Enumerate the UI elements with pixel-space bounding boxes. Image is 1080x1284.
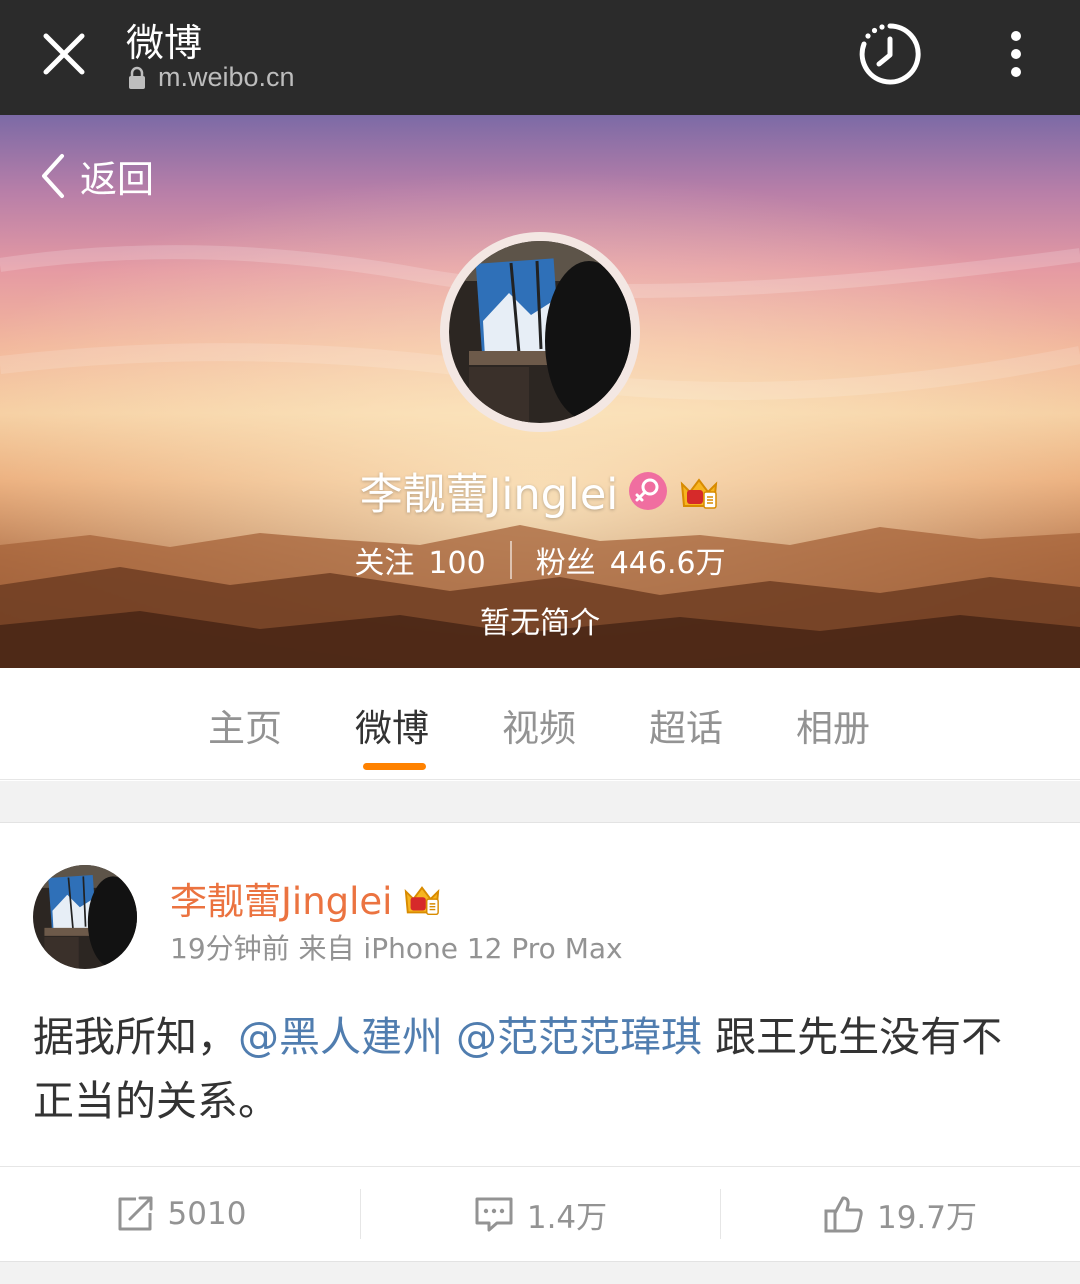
repost-count: 5010	[167, 1196, 247, 1232]
back-button[interactable]: 返回	[38, 149, 154, 203]
post-meta: 19分钟前 来自 iPhone 12 Pro Max	[170, 932, 623, 965]
profile-tabs: 主页 微博 视频 超话 相册	[0, 668, 1080, 780]
comment-button[interactable]: 1.4万	[360, 1167, 720, 1261]
browser-top-bar: 微博 m.weibo.cn	[0, 0, 1080, 115]
profile-name-row: 李靓蕾Jinglei	[0, 460, 1080, 522]
following-label: 关注	[354, 546, 415, 581]
profile-banner: 返回 李靓蕾Jinglei 关注 100 粉丝 446.6万 暂无简介	[0, 115, 1080, 668]
mention-link[interactable]: @黑人建州	[238, 1013, 443, 1061]
repost-icon	[118, 1196, 153, 1231]
followers-count: 446.6万	[609, 546, 726, 581]
tab-home[interactable]: 主页	[208, 698, 282, 752]
section-gap	[0, 781, 1080, 823]
profile-stats: 关注 100 粉丝 446.6万	[0, 538, 1080, 582]
profile-name: 李靓蕾Jinglei	[359, 470, 619, 520]
bottom-gap	[0, 1261, 1080, 1284]
following-count: 100	[428, 546, 486, 581]
like-button[interactable]: 19.7万	[720, 1167, 1080, 1261]
post-author-avatar[interactable]	[33, 865, 137, 969]
post-author-name[interactable]: 李靓蕾Jinglei	[170, 871, 392, 925]
post-text: 据我所知，@黑人建州 @范范范瑋琪 跟王先生没有不正当的关系。	[33, 1005, 1043, 1133]
repost-button[interactable]: 5010	[0, 1167, 360, 1261]
browser-title: 微博	[126, 21, 203, 65]
like-count: 19.7万	[876, 1199, 978, 1236]
back-label: 返回	[80, 158, 154, 201]
tab-video[interactable]: 视频	[502, 698, 576, 752]
stats-divider	[509, 541, 512, 579]
followers-label: 粉丝	[535, 546, 596, 581]
followers-stat[interactable]: 粉丝 446.6万	[536, 538, 726, 582]
comment-icon	[475, 1197, 513, 1232]
chevron-left-icon	[42, 154, 64, 198]
more-icon[interactable]	[1000, 28, 1032, 80]
tab-super-topic[interactable]: 超话	[649, 698, 723, 752]
post-author-row: 李靓蕾Jinglei	[170, 871, 442, 925]
vip-crown-icon	[405, 886, 440, 916]
tab-album[interactable]: 相册	[796, 698, 870, 752]
lock-icon	[129, 66, 145, 89]
following-stat[interactable]: 关注 100	[354, 538, 485, 582]
comment-count: 1.4万	[526, 1199, 608, 1236]
like-icon	[824, 1196, 863, 1233]
url-row[interactable]: m.weibo.cn	[128, 62, 295, 93]
post-actions: 5010 1.4万 19.7万	[0, 1167, 1080, 1261]
history-icon[interactable]	[856, 20, 924, 88]
mention-link[interactable]: @范范范瑋琪	[456, 1013, 702, 1061]
avatar-photo	[449, 241, 631, 423]
post-text-before: 据我所知，	[33, 1013, 238, 1061]
profile-bio: 暂无简介	[480, 606, 600, 641]
tab-weibo[interactable]: 微博	[355, 698, 429, 752]
vip-crown-icon	[681, 478, 718, 509]
profile-avatar[interactable]	[440, 232, 640, 432]
female-icon	[629, 472, 668, 510]
avatar-photo-small	[33, 865, 137, 969]
url-text: m.weibo.cn	[158, 62, 295, 92]
post-card: 李靓蕾Jinglei 19分钟前 来自 iPhone 12 Pro Max 据我…	[0, 823, 1080, 1261]
close-icon[interactable]	[36, 26, 92, 82]
active-tab-indicator	[363, 763, 426, 770]
